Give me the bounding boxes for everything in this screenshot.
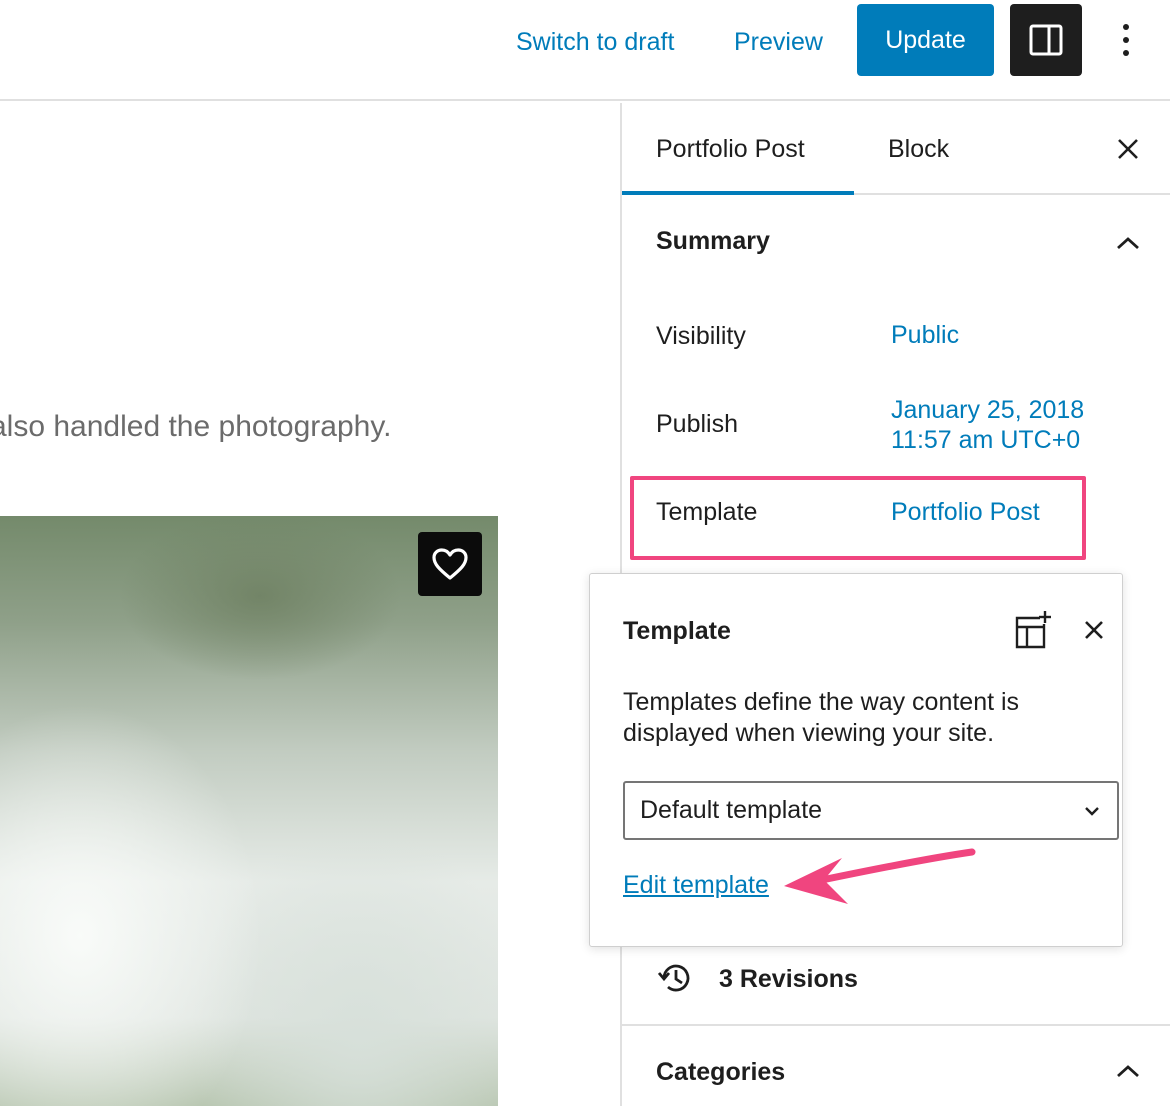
publish-date-button[interactable]: January 25, 2018 11:57 am UTC+0 — [891, 395, 1084, 455]
visibility-label: Visibility — [656, 322, 746, 350]
close-icon — [1085, 621, 1103, 639]
add-template-button[interactable] — [1010, 608, 1054, 652]
edit-template-link[interactable]: Edit template — [623, 871, 769, 900]
template-select-value: Default template — [640, 796, 823, 824]
settings-toggle-button[interactable] — [1010, 4, 1082, 76]
heart-icon — [432, 548, 468, 580]
close-icon — [1118, 139, 1138, 159]
revisions-link[interactable]: 3 Revisions — [719, 965, 858, 994]
paragraph-block[interactable]: also handled the photography. — [0, 410, 391, 444]
template-value-button[interactable]: Portfolio Post — [891, 497, 1040, 527]
close-popover-button[interactable] — [1078, 614, 1110, 646]
more-vertical-icon — [1123, 24, 1129, 56]
template-select[interactable]: Default template — [623, 781, 1119, 840]
publish-time: 11:57 am UTC+0 — [891, 426, 1081, 454]
popover-description: Templates define the way content is disp… — [623, 688, 1020, 747]
popover-title: Template — [623, 617, 731, 645]
categories-panel-title[interactable]: Categories — [656, 1058, 785, 1087]
chevron-up-icon — [1117, 1065, 1139, 1078]
publish-label: Publish — [656, 410, 738, 438]
template-popover: Template Templates define the way conten… — [589, 573, 1123, 947]
add-template-icon — [1015, 611, 1051, 649]
chevron-down-icon — [1085, 807, 1099, 816]
sidebar-toggle-icon — [1029, 24, 1063, 56]
chevron-up-icon — [1117, 237, 1139, 250]
visibility-value-button[interactable]: Public — [891, 320, 959, 350]
publish-date: January 25, 2018 — [891, 396, 1085, 424]
tab-portfolio-post[interactable]: Portfolio Post — [622, 103, 854, 195]
switch-to-draft-button[interactable]: Switch to draft — [516, 22, 674, 62]
options-menu-button[interactable] — [1108, 18, 1144, 62]
tab-block[interactable]: Block — [854, 103, 983, 195]
preview-button[interactable]: Preview — [734, 22, 823, 62]
summary-panel-title[interactable]: Summary — [656, 227, 770, 256]
categories-toggle-button[interactable] — [1110, 1053, 1146, 1089]
close-sidebar-button[interactable] — [1110, 131, 1146, 167]
history-icon — [656, 958, 696, 998]
favorite-button[interactable] — [418, 532, 482, 596]
summary-toggle-button[interactable] — [1110, 225, 1146, 261]
editor-header: Switch to draft Preview Update — [0, 0, 1170, 101]
update-button[interactable]: Update — [857, 4, 994, 76]
editor-canvas[interactable]: also handled the photography. — [0, 103, 620, 1106]
sidebar-tabs: Portfolio Post Block — [622, 103, 1170, 195]
featured-image[interactable] — [0, 516, 498, 1106]
template-label: Template — [656, 498, 758, 526]
